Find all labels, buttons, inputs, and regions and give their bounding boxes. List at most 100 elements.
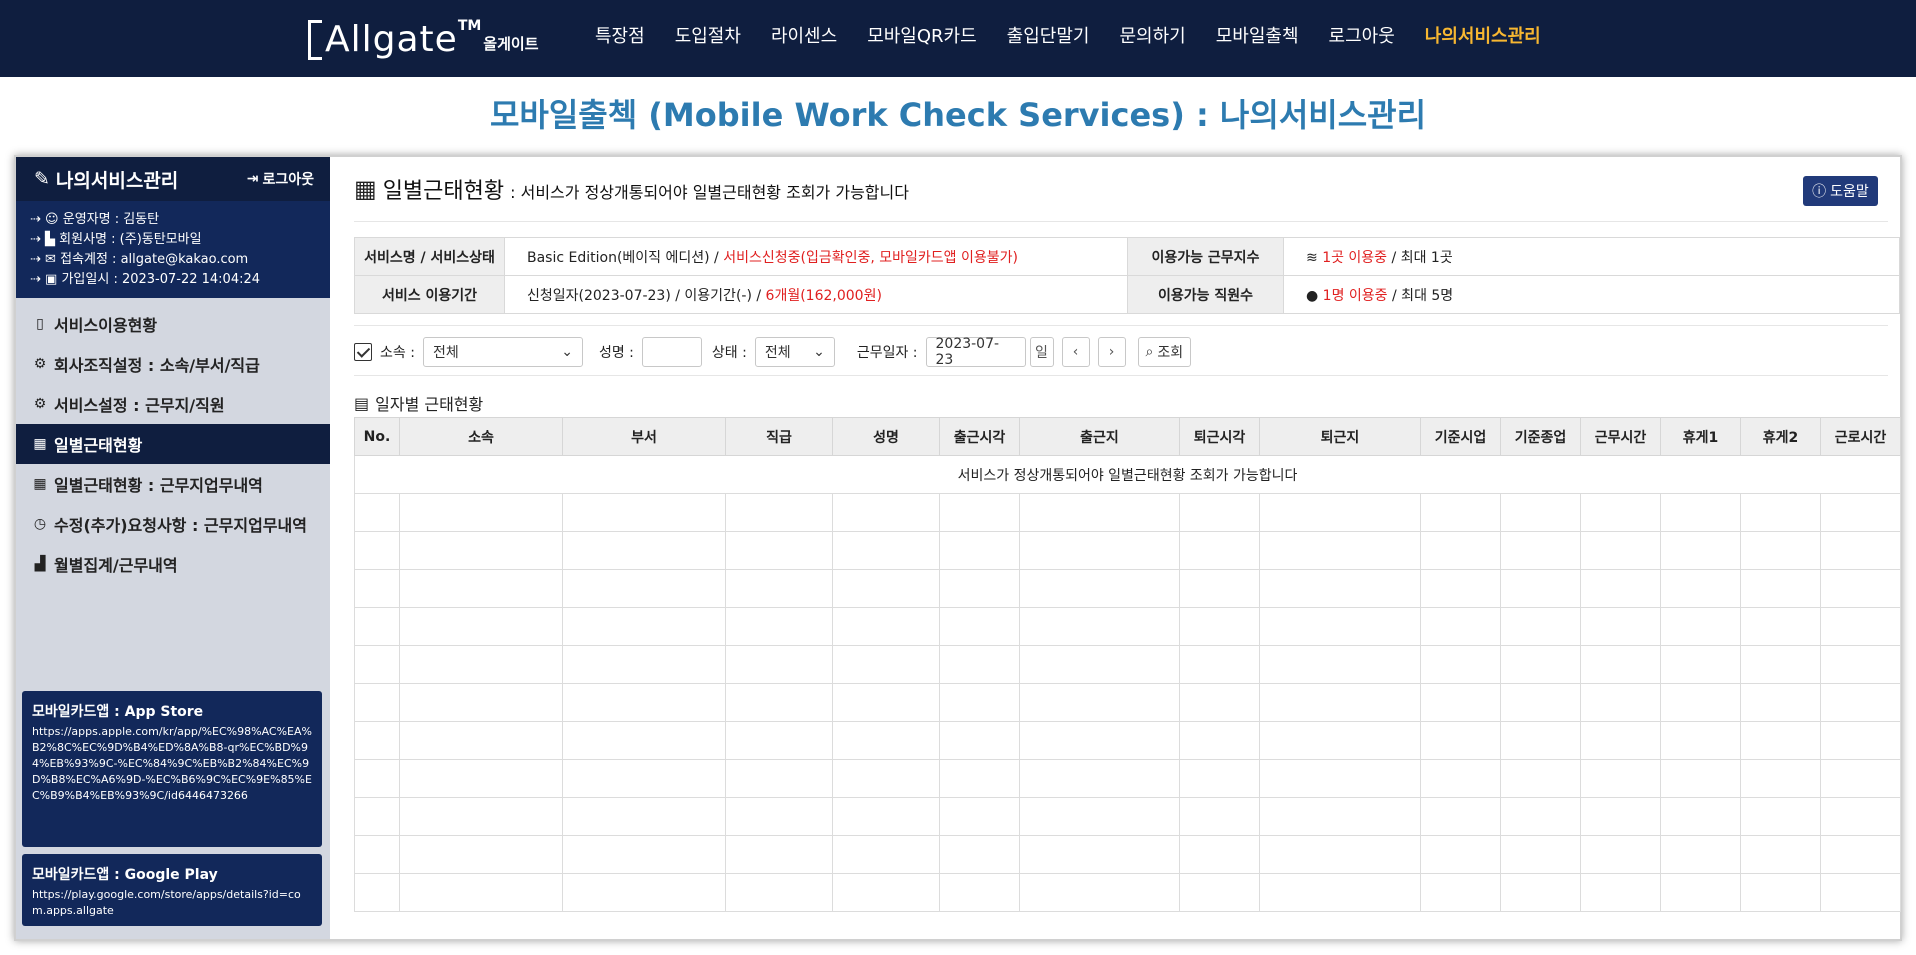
sidebar-item-monthly-summary[interactable]: ▟ 월별집계/근무내역	[16, 544, 330, 584]
nav-license[interactable]: 라이센스	[756, 22, 852, 52]
join-date: ⇢ ▣ 가입일시 : 2023-07-22 14:04:24	[30, 272, 261, 287]
table-cell	[1500, 493, 1581, 532]
table-cell	[832, 645, 940, 684]
list-title: ▤ 일자별 근태현황	[354, 393, 484, 415]
column-header: 성명	[832, 417, 940, 456]
sidebar-title: ✎ 나의서비스관리	[34, 166, 178, 193]
column-header: 퇴근지	[1259, 417, 1421, 456]
table-cell	[1820, 493, 1901, 532]
table-cell	[1420, 873, 1501, 912]
table-cell	[562, 759, 726, 798]
sidebar-item-service-settings[interactable]: ⚙ 서비스설정 : 근무지/직원	[16, 384, 330, 424]
table-cell	[1580, 873, 1661, 912]
sidebar-item-daily-attendance[interactable]: ▦ 일별근태현황	[16, 424, 330, 464]
sidebar-item-daily-work-log[interactable]: ▦ 일별근태현황 : 근무지업무내역	[16, 464, 330, 504]
table-cell	[1179, 797, 1260, 836]
table-cell	[1179, 607, 1260, 646]
table-cell	[399, 797, 563, 836]
sidebar-item-change-requests[interactable]: ◷ 수정(추가)요청사항 : 근무지업무내역	[16, 504, 330, 544]
table-cell	[725, 835, 833, 874]
divider	[354, 221, 1888, 222]
table-cell	[725, 873, 833, 912]
nav-procedure[interactable]: 도입절차	[660, 22, 756, 52]
table-cell	[725, 569, 833, 608]
nav-features[interactable]: 특장점	[580, 22, 660, 52]
nav-my-service[interactable]: 나의서비스관리	[1410, 22, 1556, 52]
search-icon: ⌕	[1145, 344, 1154, 360]
table-cell	[1500, 683, 1581, 722]
calendar-icon: ▦	[33, 436, 47, 452]
logout-icon: ⇥	[246, 171, 259, 187]
main-content: ▦ 일별근태현황 : 서비스가 정상개통되어야 일별근태현황 조회가 가능합니다…	[344, 157, 1901, 939]
google-play-link[interactable]: https://play.google.com/store/apps/detai…	[32, 887, 312, 919]
table-cell	[725, 607, 833, 646]
app-store-box: 모바일카드앱 : App Store https://apps.apple.co…	[22, 691, 322, 847]
table-cell	[1500, 797, 1581, 836]
table-cell	[939, 531, 1020, 570]
service-info-table: 서비스명 / 서비스상태 Basic Edition(베이직 에디션) / 서비…	[354, 237, 1900, 314]
table-cell	[1019, 569, 1180, 608]
table-cell	[1580, 797, 1661, 836]
table-cell	[832, 873, 940, 912]
workplace-count-value: ≋ 1곳 이용중 / 최대 1곳	[1283, 237, 1900, 276]
table-cell	[1500, 873, 1581, 912]
status-select[interactable]: 전체 ⌄	[754, 337, 835, 367]
table-cell	[1740, 797, 1821, 836]
table-cell	[1259, 531, 1421, 570]
table-cell	[1500, 531, 1581, 570]
table-cell	[562, 683, 726, 722]
allgate-logo[interactable]: Allgate TM 올게이트	[308, 14, 539, 60]
table-cell	[1580, 531, 1661, 570]
table-cell	[1820, 531, 1901, 570]
nav-mobile-qr-card[interactable]: 모바일QR카드	[852, 22, 991, 52]
table-cell	[1660, 873, 1741, 912]
nav-logout[interactable]: 로그아웃	[1314, 22, 1410, 52]
table-cell	[1740, 759, 1821, 798]
checkbox-icon	[354, 343, 372, 361]
affiliation-select[interactable]: 전체 ⌄	[422, 337, 583, 367]
column-header: 기준시업	[1420, 417, 1501, 456]
mail-icon: ✉	[45, 252, 56, 267]
table-cell	[1740, 683, 1821, 722]
gear-icon: ⚙	[33, 396, 47, 412]
prev-day-button[interactable]: ‹	[1061, 337, 1090, 367]
table-cell	[354, 797, 400, 836]
service-name-label: 서비스명 / 서비스상태	[354, 237, 505, 276]
sidebar-item-org-settings[interactable]: ⚙ 회사조직설정 : 소속/부서/직급	[16, 344, 330, 384]
edit-icon: ✎	[34, 168, 50, 190]
nav-access-terminal[interactable]: 출입단말기	[992, 22, 1105, 52]
work-date-input[interactable]: 2023-07-23	[925, 336, 1026, 368]
staff-count-label: 이용가능 직원수	[1127, 275, 1284, 314]
table-cell	[399, 569, 563, 608]
table-cell	[1660, 493, 1741, 532]
table-cell	[399, 531, 563, 570]
app-store-link[interactable]: https://apps.apple.com/kr/app/%EC%98%AC%…	[32, 724, 312, 804]
day-button[interactable]: 일	[1029, 337, 1054, 367]
help-button[interactable]: ⓘ 도움말	[1803, 176, 1878, 206]
company-name: ⇢ ▙ 회원사명 : (주)동탄모바일	[30, 232, 202, 247]
table-cell	[832, 531, 940, 570]
next-day-button[interactable]: ›	[1097, 337, 1126, 367]
search-button[interactable]: ⌕ 조회	[1137, 337, 1192, 367]
table-row	[354, 721, 1901, 760]
service-name-value: Basic Edition(베이직 에디션) / 서비스신청중(입금확인중, 모…	[504, 237, 1128, 276]
table-cell	[562, 569, 726, 608]
table-cell	[1420, 721, 1501, 760]
table-cell	[1259, 493, 1421, 532]
sidebar-logout-button[interactable]: ⇥ 로그아웃	[247, 169, 314, 189]
table-cell	[1820, 835, 1901, 874]
wifi-icon: ≋	[1306, 249, 1318, 266]
nav-contact[interactable]: 문의하기	[1104, 22, 1200, 52]
table-cell	[399, 721, 563, 760]
login-account: ⇢ ✉ 접속계정 : allgate@kakao.com	[30, 252, 249, 267]
main-nav: 특장점 도입절차 라이센스 모바일QR카드 출입단말기 문의하기 모바일출첵 로…	[580, 22, 1556, 52]
sidebar-item-service-status[interactable]: ▯ 서비스이용현황	[16, 304, 330, 344]
table-row	[354, 607, 1901, 646]
table-cell	[399, 645, 563, 684]
name-input[interactable]	[641, 337, 702, 367]
table-cell	[832, 835, 940, 874]
nav-mobile-check[interactable]: 모바일출첵	[1201, 22, 1314, 52]
table-cell	[832, 683, 940, 722]
table-cell	[399, 607, 563, 646]
app-store-title: 모바일카드앱 : App Store	[32, 704, 204, 720]
